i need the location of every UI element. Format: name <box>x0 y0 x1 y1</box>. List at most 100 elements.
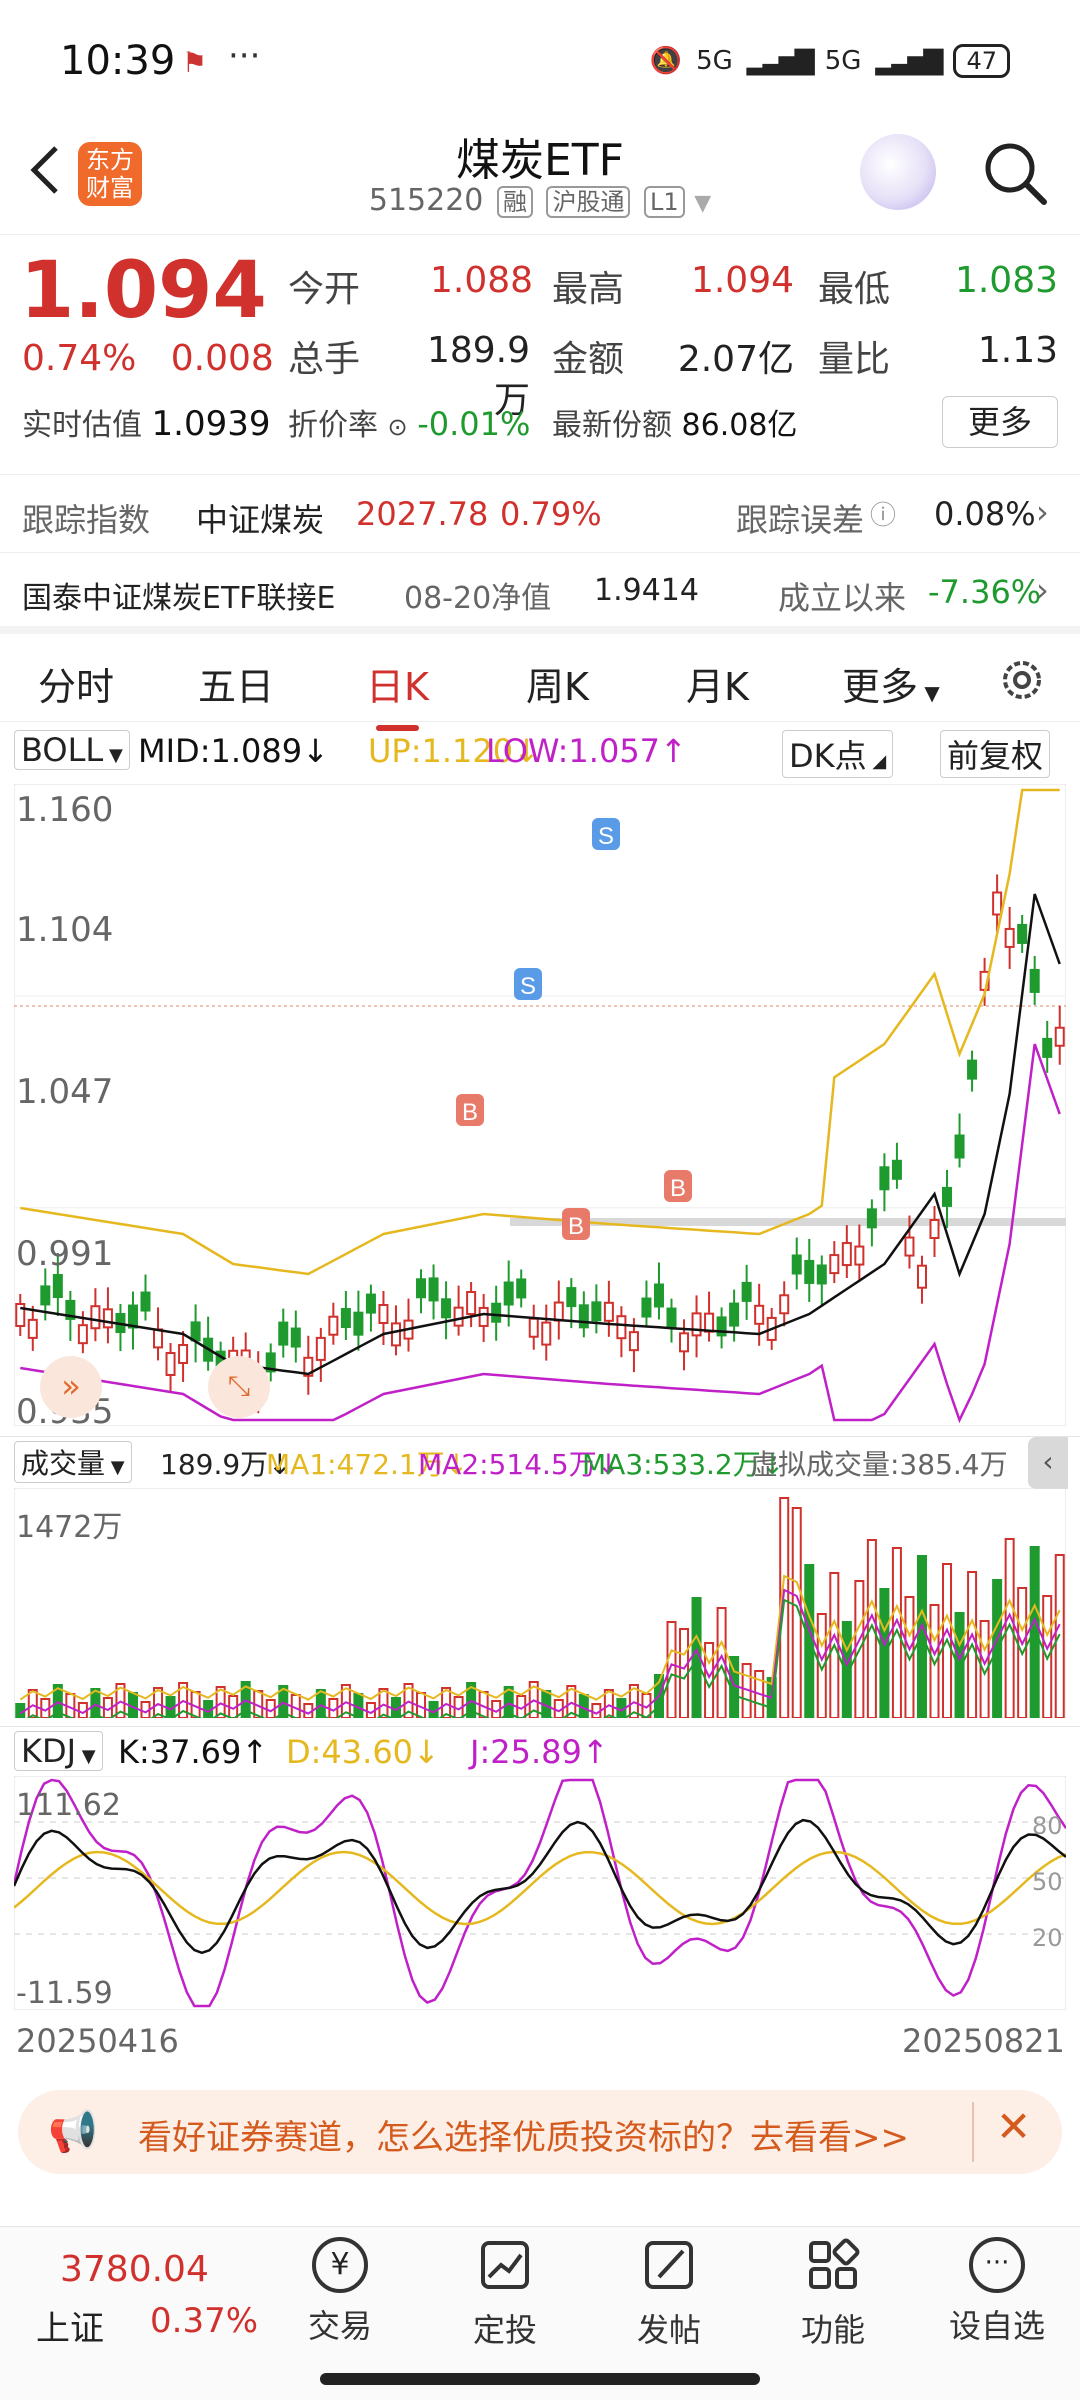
nav-functions[interactable]: 功能 <box>778 2237 888 2351</box>
volume-ratio-value: 1.13 <box>977 330 1058 371</box>
y-tick-1: 1.160 <box>16 790 114 830</box>
tracking-error-value: 0.08% <box>934 495 1036 533</box>
boll-select[interactable]: BOLL ▼ <box>14 730 130 770</box>
candle-body <box>441 1298 452 1319</box>
candle-body <box>1004 927 1015 948</box>
candle-body <box>553 1301 564 1322</box>
candle-body <box>616 1315 627 1340</box>
volume-select[interactable]: 成交量 ▼ <box>14 1441 132 1483</box>
volume-ma3-line <box>26 1598 1061 1718</box>
margin-tag: 融 <box>496 186 533 218</box>
candle-body <box>866 1208 877 1229</box>
candle-body <box>416 1278 427 1299</box>
nav-functions-label: 功能 <box>800 2311 865 2349</box>
kdj-chart[interactable] <box>14 1776 1066 2010</box>
volume-chart[interactable] <box>14 1488 1066 1718</box>
kdj-ybot: -11.59 <box>16 1976 113 2011</box>
candle-body <box>754 1304 765 1325</box>
tab-monthly-k[interactable]: 月K <box>686 656 749 711</box>
index-value: 3780.04 <box>60 2249 209 2290</box>
mute-icon: 🔕 <box>649 46 683 76</box>
candle-body <box>904 1236 915 1257</box>
candle-body <box>929 1219 940 1240</box>
candle-body <box>491 1302 502 1323</box>
signal-bars-icon: ▂▃▅▇ <box>746 46 815 76</box>
candle-body <box>390 1322 401 1347</box>
nav-label: 08-20净值 <box>404 581 552 616</box>
boll-mid-line <box>20 893 1061 1376</box>
candle-body <box>127 1304 138 1329</box>
candle-body <box>641 1297 652 1318</box>
kdj-j: J:25.89↑ <box>470 1733 609 1771</box>
candle-body <box>603 1301 614 1322</box>
virtual-volume: 虚拟成交量:385.4万 <box>750 1448 1008 1481</box>
dk-point-toggle[interactable]: DK点 ◢ <box>782 730 894 778</box>
more-button[interactable]: 更多 <box>942 396 1058 448</box>
search-icon[interactable] <box>980 138 1050 208</box>
price-adjust-button[interactable]: 前复权 <box>940 730 1051 778</box>
nav-add-watchlist-label: 设自选 <box>948 2307 1045 2345</box>
volume-ratio-field: 量比 <box>818 339 891 380</box>
candle-body <box>40 1285 51 1306</box>
open-value: 1.088 <box>430 260 534 301</box>
since-inception-value: -7.36% <box>928 573 1042 611</box>
y-tick-2: 1.104 <box>16 910 114 950</box>
price-change-row: 0.74% 0.008 <box>22 338 274 379</box>
candle-body <box>691 1312 702 1337</box>
candle-body <box>1017 923 1028 944</box>
expand-left-icon[interactable]: » <box>40 1356 102 1418</box>
collapse-panel-icon[interactable]: ‹ <box>1028 1437 1068 1489</box>
promo-banner[interactable]: 📢 看好证券赛道，怎么选择优质投资标的？去看看>> ✕ <box>18 2090 1062 2174</box>
nav-add-watchlist[interactable]: ··· 设自选 <box>942 2237 1052 2347</box>
close-icon[interactable]: ✕ <box>996 2102 1031 2151</box>
tab-more[interactable]: 更多 ▼ <box>842 656 940 711</box>
tracking-index-row[interactable]: 跟踪指数 中证煤炭 2027.78 0.79% 跟踪误差 ⓘ 0.08% › <box>0 474 1080 552</box>
candle-body <box>365 1293 376 1314</box>
tracking-index-name: 中证煤炭 <box>196 501 325 539</box>
assistant-avatar-icon[interactable] <box>860 134 936 210</box>
nav-trade[interactable]: ¥ 交易 <box>285 2237 395 2347</box>
candle-body <box>190 1321 201 1342</box>
kdj-select[interactable]: KDJ ▼ <box>14 1731 103 1771</box>
fullscreen-icon[interactable]: ⤡ <box>208 1356 270 1418</box>
chevron-right-icon: › <box>1036 571 1049 609</box>
status-bar: 10:39 ⚑ ··· 🔕 5G ▂▃▅▇ 5G ▂▃▅▇ 47 <box>0 0 1080 120</box>
kdj-ytop: 111.62 <box>16 1788 121 1823</box>
change-percent: 0.74% <box>22 338 137 379</box>
end-date: 20250821 <box>902 2022 1065 2060</box>
chart-up-icon <box>481 2241 529 2289</box>
index-ticker[interactable]: 3780.04 上证 0.37% <box>0 2227 260 2377</box>
feeder-fund-row[interactable]: 国泰中证煤炭ETF联接E 08-20净值 1.9414 成立以来 -7.36% … <box>0 552 1080 630</box>
candle-body <box>340 1308 351 1329</box>
candle-body <box>290 1327 301 1348</box>
change-amount: 0.008 <box>170 338 274 379</box>
chevron-down-icon[interactable]: ▼ <box>694 191 711 216</box>
candle-body <box>653 1283 664 1308</box>
tab-weekly-k[interactable]: 周K <box>526 656 589 711</box>
nav-post[interactable]: 发帖 <box>614 2237 724 2351</box>
tab-daily-k[interactable]: 日K <box>366 656 429 731</box>
nav-fixed-invest[interactable]: 定投 <box>450 2237 560 2351</box>
kdj-indicator-bar: KDJ ▼ K:37.69↑ D:43.60↓ J:25.89↑ <box>0 1726 1080 1771</box>
tab-five-day[interactable]: 五日 <box>198 656 274 711</box>
candle-body <box>566 1287 577 1308</box>
quote-panel: 1.094 0.74% 0.008 今开 1.088 最高 1.094 最低 1… <box>0 236 1080 626</box>
discount-label: 折价率 <box>288 408 378 443</box>
settings-gear-icon[interactable] <box>996 654 1048 706</box>
volume-field: 总手 <box>288 339 361 380</box>
candle-body <box>353 1311 364 1336</box>
help-icon[interactable]: ⓘ <box>870 495 896 532</box>
tab-intraday[interactable]: 分时 <box>38 656 114 711</box>
discount-row: 折价率 ⊙ -0.01% <box>288 400 530 444</box>
shares-value: 86.08亿 <box>681 408 798 443</box>
candle-body <box>1042 1037 1053 1058</box>
info-dots-icon[interactable]: ⊙ <box>388 413 408 441</box>
open-field: 今开 <box>288 269 361 310</box>
candle-body <box>541 1321 552 1346</box>
boll-low: LOW:1.057↑ <box>486 732 687 770</box>
candlestick-chart[interactable]: S S B B B <box>14 784 1066 1426</box>
yuan-cycle-icon: ¥ <box>312 2237 368 2293</box>
candle-body <box>90 1305 101 1330</box>
y-tick-4: 0.991 <box>16 1234 114 1274</box>
shares-label: 最新份额 <box>552 408 672 443</box>
